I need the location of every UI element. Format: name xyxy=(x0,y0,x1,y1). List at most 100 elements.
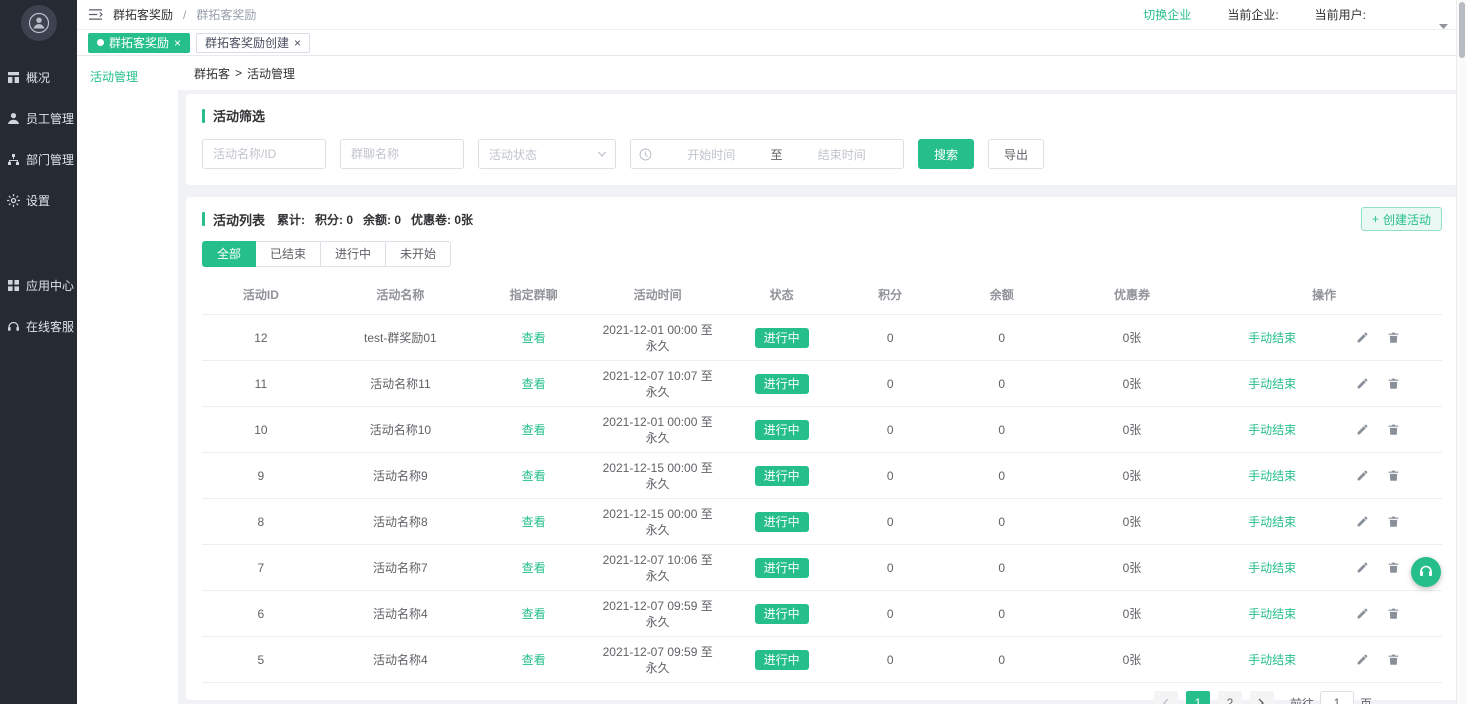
view-group-link[interactable]: 查看 xyxy=(522,423,546,437)
edit-icon[interactable] xyxy=(1356,377,1369,390)
plus-icon: + xyxy=(1372,212,1379,226)
manual-end-link[interactable]: 手动结束 xyxy=(1248,513,1296,530)
breadcrumb-section[interactable]: 群拓客奖励 xyxy=(113,6,173,23)
user-dropdown-caret-icon[interactable] xyxy=(1439,19,1448,33)
tab-not-started[interactable]: 未开始 xyxy=(385,241,451,267)
scrollbar-thumb[interactable] xyxy=(1459,2,1465,58)
status-badge: 进行中 xyxy=(755,374,809,394)
cell-coupons: 0张 xyxy=(1058,407,1207,453)
view-group-link[interactable]: 查看 xyxy=(522,331,546,345)
window-tab-reward[interactable]: 群拓客奖励 × xyxy=(88,33,190,53)
cell-points: 0 xyxy=(834,407,946,453)
collapse-menu-icon[interactable] xyxy=(88,8,103,21)
date-range-picker[interactable]: 开始时间 至 结束时间 xyxy=(630,139,904,169)
manual-end-link[interactable]: 手动结束 xyxy=(1248,375,1296,392)
edit-icon[interactable] xyxy=(1356,607,1369,620)
col-operations: 操作 xyxy=(1206,275,1442,315)
activity-time-line2: 永久 xyxy=(586,338,729,354)
manual-end-link[interactable]: 手动结束 xyxy=(1248,651,1296,668)
gear-icon xyxy=(7,194,20,207)
start-time-placeholder[interactable]: 开始时间 xyxy=(658,146,765,163)
end-time-placeholder[interactable]: 结束时间 xyxy=(789,146,896,163)
edit-icon[interactable] xyxy=(1356,515,1369,528)
delete-icon[interactable] xyxy=(1387,515,1400,528)
manual-end-link[interactable]: 手动结束 xyxy=(1248,467,1296,484)
subsidebar-item-activity[interactable]: 活动管理 xyxy=(77,64,178,90)
page-button-1[interactable]: 1 xyxy=(1186,691,1210,704)
cell-activity-time: 2021-12-07 10:07 至 永久 xyxy=(586,361,729,407)
tab-all[interactable]: 全部 xyxy=(202,241,256,267)
current-user-label: 当前用户: xyxy=(1315,6,1366,23)
tab-close-icon[interactable]: × xyxy=(294,37,301,49)
delete-icon[interactable] xyxy=(1387,469,1400,482)
create-activity-button[interactable]: + 创建活动 xyxy=(1361,207,1442,231)
manual-end-link[interactable]: 手动结束 xyxy=(1248,421,1296,438)
edit-icon[interactable] xyxy=(1356,469,1369,482)
view-group-link[interactable]: 查看 xyxy=(522,561,546,575)
delete-icon[interactable] xyxy=(1387,331,1400,344)
prev-page-button[interactable] xyxy=(1154,691,1178,704)
activity-time-line1: 2021-12-15 00:00 至 xyxy=(586,506,729,522)
tab-in-progress[interactable]: 进行中 xyxy=(320,241,386,267)
edit-icon[interactable] xyxy=(1356,653,1369,666)
delete-icon[interactable] xyxy=(1387,423,1400,436)
tab-close-icon[interactable]: × xyxy=(174,37,181,49)
activity-name-input[interactable] xyxy=(202,139,326,169)
sidebar-item-department[interactable]: 部门管理 xyxy=(0,139,77,180)
view-group-link[interactable]: 查看 xyxy=(522,377,546,391)
view-group-link[interactable]: 查看 xyxy=(522,515,546,529)
view-group-link[interactable]: 查看 xyxy=(522,653,546,667)
section-marker xyxy=(202,109,205,123)
cell-activity-name: 活动名称4 xyxy=(320,637,481,683)
cell-activity-time: 2021-12-07 09:59 至 永久 xyxy=(586,637,729,683)
goto-page-input[interactable] xyxy=(1320,691,1354,704)
cell-activity-time: 2021-12-15 00:00 至 永久 xyxy=(586,499,729,545)
search-button[interactable]: 搜索 xyxy=(918,139,974,169)
list-title-text: 活动列表 xyxy=(213,210,265,229)
cell-activity-time: 2021-12-15 00:00 至 永久 xyxy=(586,453,729,499)
activity-time-line1: 2021-12-01 00:00 至 xyxy=(586,414,729,430)
delete-icon[interactable] xyxy=(1387,377,1400,390)
delete-icon[interactable] xyxy=(1387,607,1400,620)
view-group-link[interactable]: 查看 xyxy=(522,469,546,483)
tab-ended[interactable]: 已结束 xyxy=(255,241,321,267)
main-column: 群拓客奖励 / 群拓客奖励 切换企业 当前企业: 当前用户: 群拓客奖励 × 群… xyxy=(77,0,1466,704)
cell-coupons: 0张 xyxy=(1058,361,1207,407)
switch-company-link[interactable]: 切换企业 xyxy=(1143,6,1191,23)
window-tab-reward-create[interactable]: 群拓客奖励创建 × xyxy=(196,33,310,53)
summary-coupons: 优惠卷: 0张 xyxy=(411,211,473,228)
sidebar-item-overview[interactable]: 概况 xyxy=(0,57,77,98)
topbar: 群拓客奖励 / 群拓客奖励 切换企业 当前企业: 当前用户: xyxy=(77,0,1466,30)
view-group-link[interactable]: 查看 xyxy=(522,607,546,621)
sidebar-item-settings[interactable]: 设置 xyxy=(0,180,77,221)
cell-points: 0 xyxy=(834,637,946,683)
table-row: 11 活动名称11 查看 2021-12-07 10:07 至 永久 进行中 0 xyxy=(202,361,1442,407)
manual-end-link[interactable]: 手动结束 xyxy=(1248,559,1296,576)
activity-status-select[interactable]: 活动状态 xyxy=(478,139,616,169)
row-operations: 手动结束 xyxy=(1206,329,1442,346)
delete-icon[interactable] xyxy=(1387,561,1400,574)
row-operations: 手动结束 xyxy=(1206,375,1442,392)
customer-service-button[interactable] xyxy=(1411,557,1441,587)
col-status: 状态 xyxy=(729,275,834,315)
cell-activity-time: 2021-12-07 09:59 至 永久 xyxy=(586,591,729,637)
manual-end-link[interactable]: 手动结束 xyxy=(1248,329,1296,346)
sidebar-item-online-service[interactable]: 在线客服 xyxy=(0,306,77,347)
app-root: 概况 员工管理 部门管理 设置 应用中心 在线客服 xyxy=(0,0,1466,704)
edit-icon[interactable] xyxy=(1356,331,1369,344)
page-button-2[interactable]: 2 xyxy=(1218,691,1242,704)
next-page-button[interactable] xyxy=(1250,691,1274,704)
sidebar-item-app-center[interactable]: 应用中心 xyxy=(0,265,77,306)
range-separator: 至 xyxy=(771,146,783,163)
row-operations: 手动结束 xyxy=(1206,467,1442,484)
cell-balance: 0 xyxy=(946,315,1058,361)
edit-icon[interactable] xyxy=(1356,561,1369,574)
delete-icon[interactable] xyxy=(1387,653,1400,666)
manual-end-link[interactable]: 手动结束 xyxy=(1248,605,1296,622)
activity-table: 活动ID 活动名称 指定群聊 活动时间 状态 积分 余额 优惠券 操作 xyxy=(202,275,1442,683)
activity-time-line1: 2021-12-15 00:00 至 xyxy=(586,460,729,476)
sidebar-item-staff[interactable]: 员工管理 xyxy=(0,98,77,139)
edit-icon[interactable] xyxy=(1356,423,1369,436)
export-button[interactable]: 导出 xyxy=(988,139,1044,169)
group-name-input[interactable] xyxy=(340,139,464,169)
